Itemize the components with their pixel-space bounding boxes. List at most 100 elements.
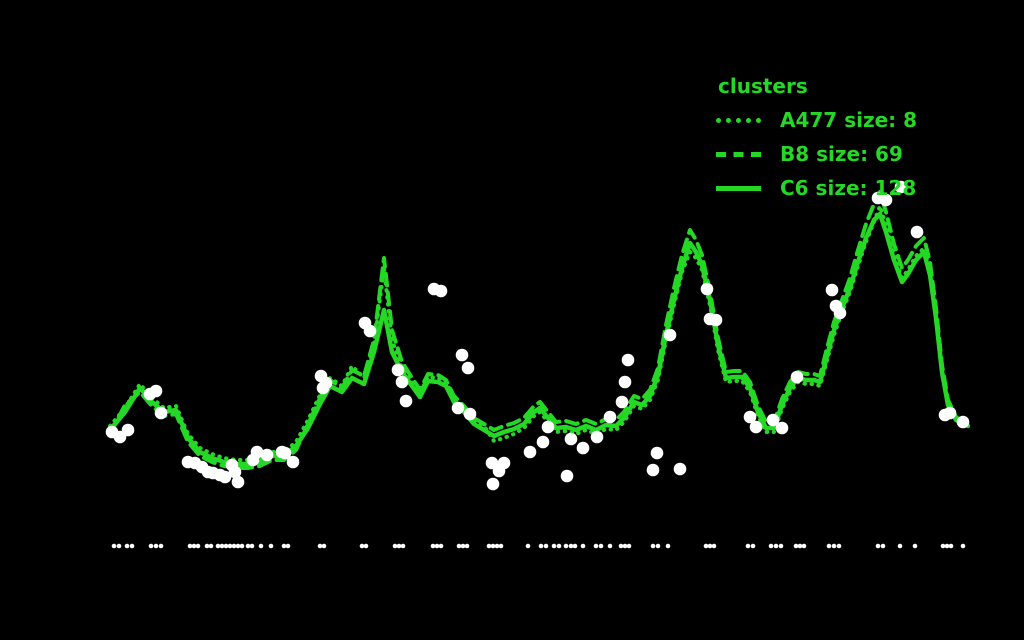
rug-dot bbox=[745, 543, 751, 549]
scatter-point bbox=[286, 455, 300, 469]
rug-dot bbox=[208, 543, 214, 549]
rug-dot bbox=[245, 543, 251, 549]
scatter-point bbox=[700, 282, 714, 296]
rug-dot bbox=[948, 543, 954, 549]
rug-dot bbox=[223, 543, 229, 549]
rug-dot bbox=[490, 543, 496, 549]
rug-dot bbox=[778, 543, 784, 549]
rug-dot bbox=[235, 543, 241, 549]
rug-dot bbox=[456, 543, 462, 549]
scatter-point bbox=[149, 384, 163, 398]
series-line-c6 bbox=[107, 211, 971, 467]
scatter-point bbox=[943, 406, 957, 420]
rug-dot bbox=[396, 543, 402, 549]
scatter-point bbox=[673, 462, 687, 476]
scatter-point bbox=[363, 324, 377, 338]
rug-dot bbox=[801, 543, 807, 549]
rug-dot bbox=[281, 543, 287, 549]
rug-dot bbox=[438, 543, 444, 549]
scatter-point bbox=[260, 448, 274, 462]
scatter-point bbox=[399, 394, 413, 408]
rug-dot bbox=[486, 543, 492, 549]
rug-dot bbox=[187, 543, 193, 549]
rug-dot bbox=[231, 543, 237, 549]
rug-dot bbox=[711, 543, 717, 549]
solid-line-sample bbox=[716, 185, 761, 191]
rug-dot bbox=[434, 543, 440, 549]
rug-dot bbox=[773, 543, 779, 549]
scatter-point bbox=[590, 430, 604, 444]
scatter-point bbox=[434, 284, 448, 298]
rug-dot bbox=[215, 543, 221, 549]
rug-dot bbox=[607, 543, 613, 549]
legend-item-b8: B8 size: 69 bbox=[716, 137, 917, 171]
rug-dot bbox=[460, 543, 466, 549]
legend-label-a477: A477 size: 8 bbox=[780, 108, 918, 132]
scatter-point bbox=[316, 381, 330, 395]
rug-dot bbox=[464, 543, 470, 549]
scatter-point bbox=[395, 375, 409, 389]
scatter-point bbox=[663, 328, 677, 342]
rug-dot bbox=[249, 543, 255, 549]
rug-dot bbox=[153, 543, 159, 549]
rug-dot bbox=[258, 543, 264, 549]
scatter-point bbox=[615, 395, 629, 409]
scatter-point bbox=[451, 401, 465, 415]
legend-item-c6: C6 size: 128 bbox=[716, 171, 917, 205]
scatter-point bbox=[461, 361, 475, 375]
legend-label-b8: B8 size: 69 bbox=[780, 142, 903, 166]
rug-dot bbox=[626, 543, 632, 549]
scatter-point bbox=[560, 469, 574, 483]
rug-dot bbox=[944, 543, 950, 549]
scatter-point bbox=[576, 441, 590, 455]
rug-dot bbox=[650, 543, 656, 549]
scatter-point bbox=[463, 407, 477, 421]
rug-dot bbox=[321, 543, 327, 549]
rug-dot bbox=[572, 543, 578, 549]
timeseries-cluster-plot: clusters A477 size: 8 B8 size: 69 C6 siz… bbox=[0, 0, 1024, 640]
rug-dot bbox=[268, 543, 274, 549]
rug-dot bbox=[158, 543, 164, 549]
rug-dot bbox=[831, 543, 837, 549]
scatter-point bbox=[564, 432, 578, 446]
rug-dot bbox=[543, 543, 549, 549]
rug-dot bbox=[494, 543, 500, 549]
scatter-point bbox=[775, 421, 789, 435]
rug-dot bbox=[826, 543, 832, 549]
scatter-point bbox=[121, 423, 135, 437]
legend: clusters A477 size: 8 B8 size: 69 C6 siz… bbox=[716, 74, 917, 205]
rug-dot bbox=[538, 543, 544, 549]
rug-dot bbox=[960, 543, 966, 549]
rug-dot bbox=[116, 543, 122, 549]
rug-dot bbox=[707, 543, 713, 549]
rug-dot bbox=[551, 543, 557, 549]
scatter-point bbox=[833, 306, 847, 320]
rug-dot bbox=[940, 543, 946, 549]
rug-dot bbox=[400, 543, 406, 549]
rug-dot bbox=[556, 543, 562, 549]
rug-dot bbox=[129, 543, 135, 549]
rug-dot bbox=[359, 543, 365, 549]
scatter-point bbox=[497, 456, 511, 470]
rug-dot bbox=[836, 543, 842, 549]
scatter-point bbox=[956, 415, 970, 429]
legend-label-c6: C6 size: 128 bbox=[780, 176, 917, 200]
rug-dot bbox=[598, 543, 604, 549]
rug-dot bbox=[768, 543, 774, 549]
rug-dot bbox=[797, 543, 803, 549]
rug-dot bbox=[622, 543, 628, 549]
rug-dot bbox=[897, 543, 903, 549]
series-line-a477 bbox=[108, 204, 966, 462]
scatter-point bbox=[618, 375, 632, 389]
scatter-point bbox=[541, 420, 555, 434]
scatter-point bbox=[825, 283, 839, 297]
scatter-point bbox=[455, 348, 469, 362]
rug-dot bbox=[498, 543, 504, 549]
scatter-point bbox=[231, 475, 245, 489]
rug-dot bbox=[239, 543, 245, 549]
rug-dot bbox=[392, 543, 398, 549]
rug-dot bbox=[703, 543, 709, 549]
rug-dot bbox=[618, 543, 624, 549]
rug-dot bbox=[875, 543, 881, 549]
scatter-point bbox=[790, 370, 804, 384]
